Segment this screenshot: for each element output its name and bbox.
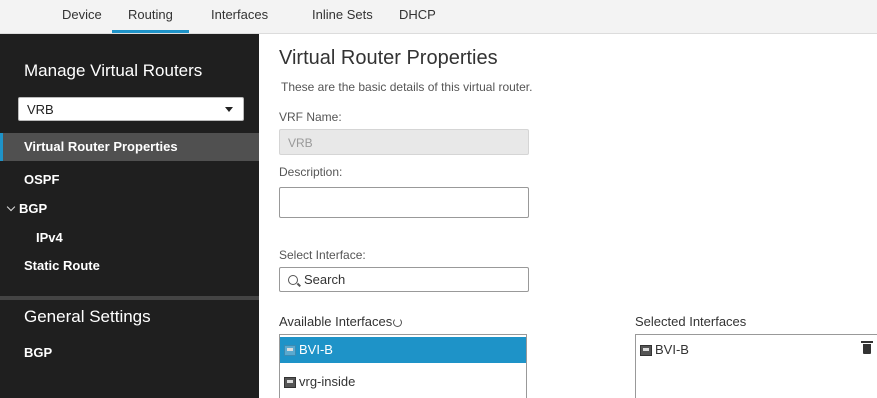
general-settings-title: General Settings	[24, 307, 151, 326]
search-icon	[288, 274, 298, 285]
sidebar-title: Manage Virtual Routers	[24, 61, 203, 80]
list-item[interactable]: BVI-B	[280, 337, 526, 363]
available-interfaces-header: Available Interfaces	[279, 314, 403, 329]
vrf-name-label: VRF Name:	[279, 110, 342, 124]
selected-interfaces-label: Selected Interfaces	[635, 314, 747, 329]
interface-name: vrg-inside	[299, 374, 356, 389]
refresh-icon[interactable]	[393, 318, 403, 327]
vrf-name-value: VRB	[288, 136, 313, 150]
sidebar-item-label: BGP	[19, 201, 48, 216]
sidebar-item-ospf[interactable]: OSPF	[0, 166, 259, 194]
tab-device[interactable]: Device	[62, 7, 102, 22]
sidebar-item-static-route[interactable]: Static Route	[0, 252, 259, 280]
search-input[interactable]: Search	[279, 267, 529, 292]
sidebar-item-general-bgp[interactable]: BGP	[0, 339, 259, 367]
sidebar-divider	[0, 296, 259, 300]
description-label: Description:	[279, 165, 343, 179]
description-field[interactable]	[279, 187, 529, 218]
tab-interfaces[interactable]: Interfaces	[211, 7, 268, 22]
page-title: Virtual Router Properties	[279, 47, 498, 69]
selected-interfaces-list: BVI-B	[635, 334, 877, 398]
sidebar-item-ipv4[interactable]: IPv4	[0, 224, 259, 252]
tab-inline-sets[interactable]: Inline Sets	[312, 7, 373, 22]
sidebar-item-bgp[interactable]: BGP	[0, 195, 259, 223]
interface-icon	[284, 344, 296, 356]
interface-name: BVI-B	[655, 342, 689, 357]
vrf-select[interactable]: VRB	[18, 97, 244, 121]
sidebar-item-virtual-router-properties[interactable]: Virtual Router Properties	[0, 133, 259, 161]
select-interface-label: Select Interface:	[279, 248, 366, 262]
tab-routing[interactable]: Routing	[112, 7, 189, 33]
list-item[interactable]: BVI-B	[636, 337, 877, 363]
available-interfaces-list: BVI-B vrg-inside	[279, 334, 527, 398]
available-interfaces-label: Available Interfaces	[279, 314, 393, 329]
interface-name: BVI-B	[299, 342, 333, 357]
sidebar: Manage Virtual Routers VRB Virtual Route…	[0, 34, 259, 398]
chevron-down-icon[interactable]	[6, 202, 16, 212]
vrf-name-field: VRB	[279, 129, 529, 155]
interface-icon	[640, 344, 652, 356]
search-placeholder: Search	[304, 272, 346, 287]
interface-icon	[284, 376, 296, 388]
vrf-select-value: VRB	[27, 102, 54, 117]
list-item[interactable]: vrg-inside	[280, 369, 526, 395]
page-subtitle: These are the basic details of this virt…	[281, 80, 533, 94]
chevron-down-icon	[225, 107, 233, 112]
trash-icon[interactable]	[861, 341, 873, 354]
top-tab-bar: Device Routing Interfaces Inline Sets DH…	[0, 0, 877, 34]
tab-dhcp[interactable]: DHCP	[399, 7, 436, 22]
